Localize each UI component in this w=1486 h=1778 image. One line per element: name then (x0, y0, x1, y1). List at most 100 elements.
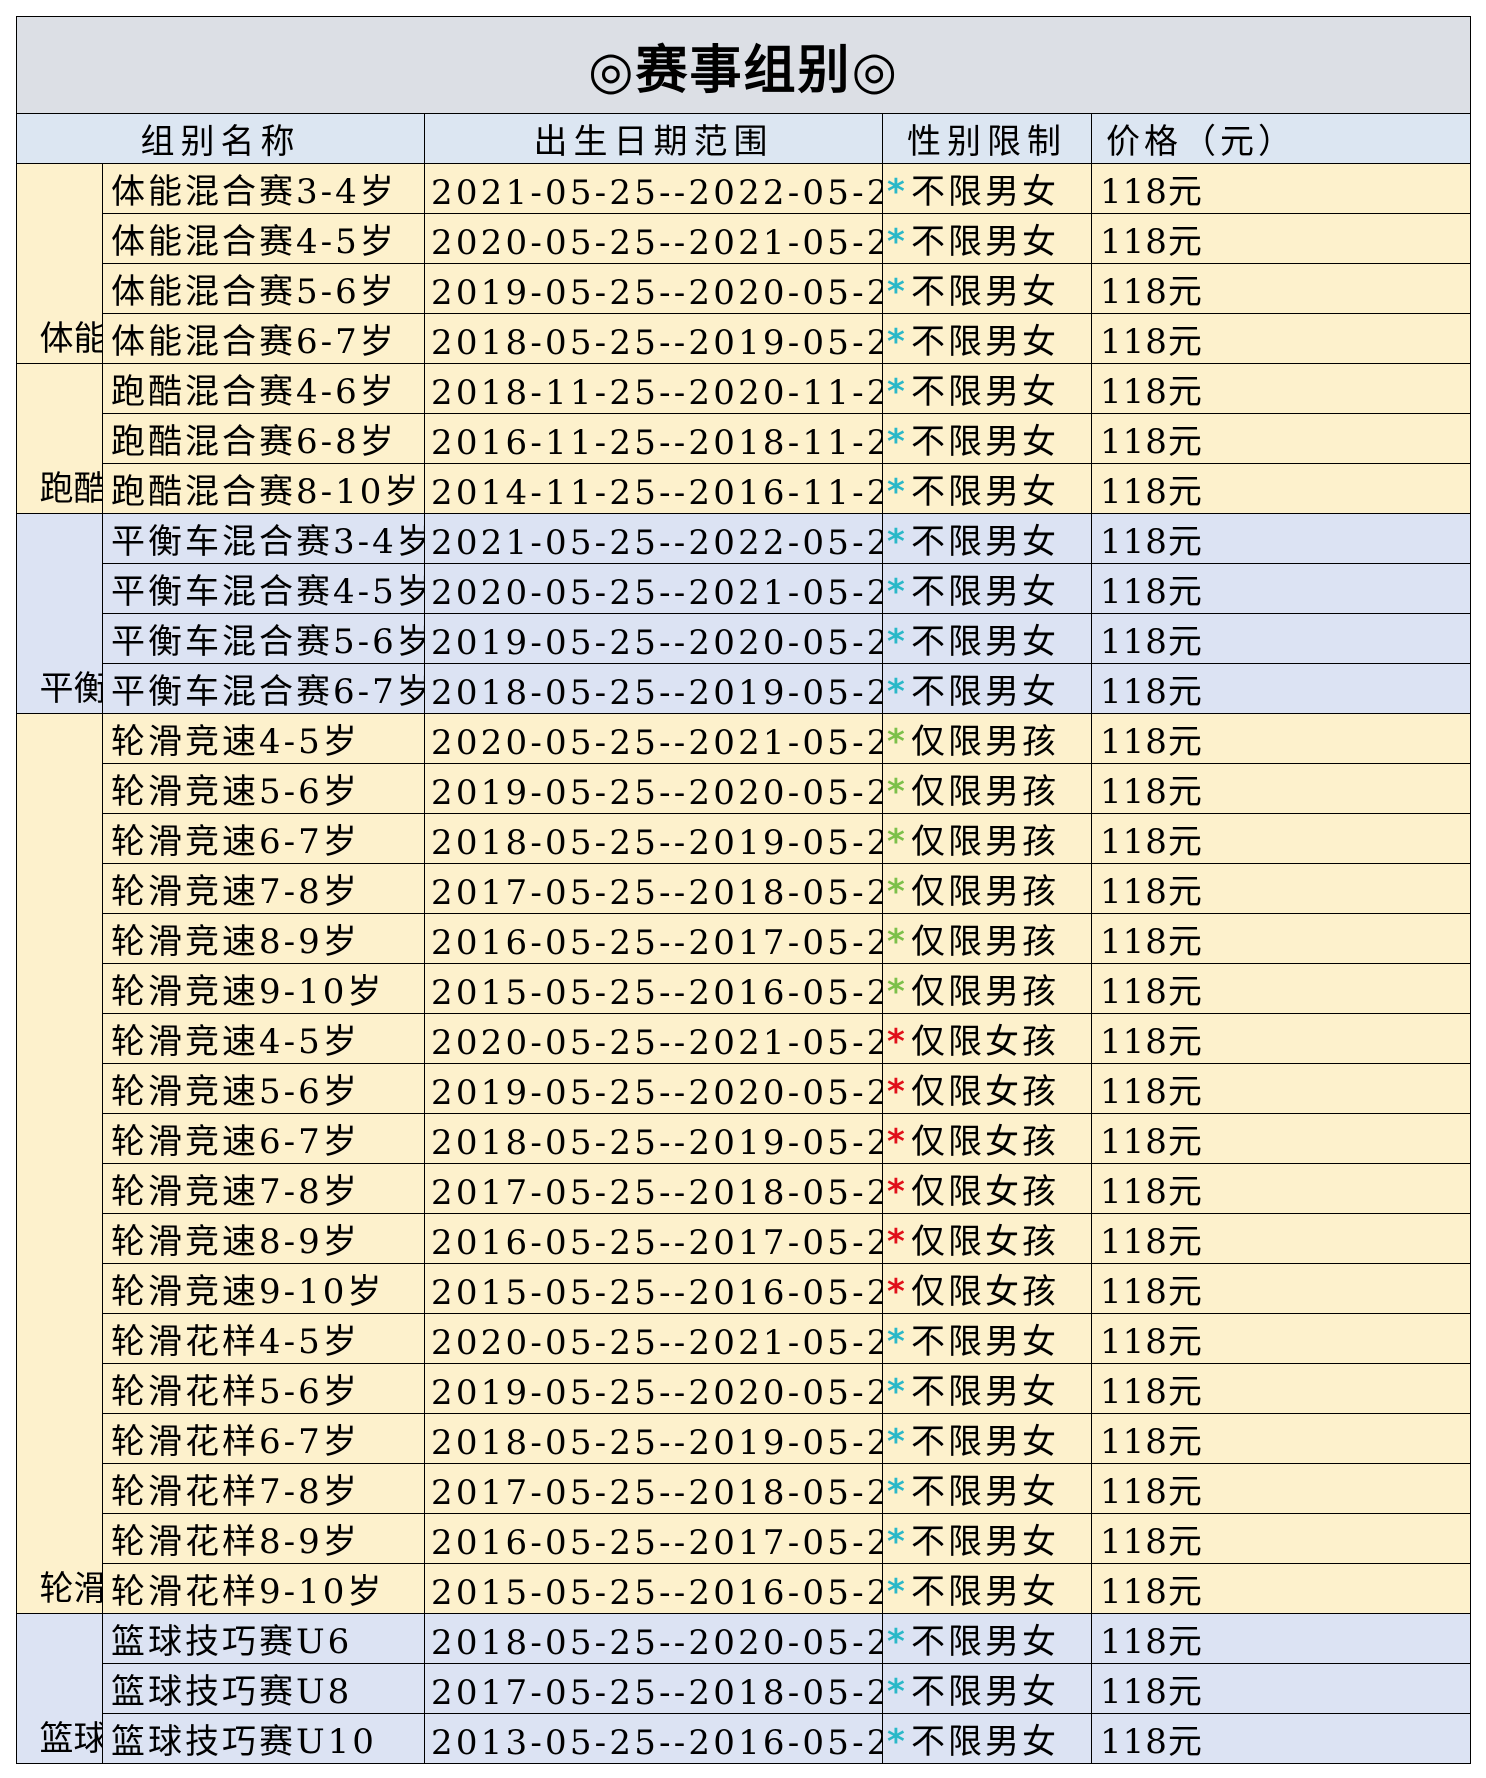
group-category-cell: 轮滑 (16, 713, 103, 1614)
price-cell: 118元 (1090, 1063, 1472, 1114)
price-cell: 118元 (1090, 163, 1472, 214)
table-row: 体能 体能混合赛3-4岁 2021-05-25--2022-05-24 *不限男女 11… (16, 163, 1472, 364)
gender-limit-text: 仅限男孩 (911, 772, 1059, 812)
group-name-cell: 轮滑花样8-9岁 (102, 1513, 425, 1564)
gender-limit-text: 仅限男孩 (911, 872, 1059, 912)
event-groups-table: ◎赛事组别◎ 组别名称 出生日期范围 性别限制 价格（元） 体能 体能混合赛3-4… (15, 16, 1472, 1764)
price-cell: 118元 (1090, 1013, 1472, 1064)
asterisk-mark: * (887, 372, 908, 412)
group-name-cell: 轮滑竞速5-6岁 (102, 763, 425, 814)
gender-limit-text: 不限男女 (911, 1472, 1059, 1512)
gender-limit-cell: *不限男女 (882, 1413, 1092, 1464)
group-name-cell: 轮滑竞速8-9岁 (102, 913, 425, 964)
gender-limit-text: 不限男女 (911, 172, 1059, 212)
birth-range-cell: 2015-05-25--2016-05-24 (424, 1563, 883, 1614)
asterisk-mark: * (887, 922, 908, 962)
table-row: 平衡车混合赛5-6岁 2019-05-25--2020-05-24 *不限男女 118… (17, 613, 1472, 664)
gender-limit-cell: *仅限女孩 (882, 1113, 1092, 1164)
group-category-label: 篮球 (39, 1719, 103, 1759)
gender-limit-cell: *不限男女 (882, 1363, 1092, 1414)
group-name-cell: 轮滑竞速7-8岁 (102, 1163, 425, 1214)
birth-range-cell: 2020-05-25--2021-05-24 (424, 213, 883, 264)
asterisk-mark: * (887, 1472, 908, 1512)
group-name-cell: 轮滑竞速8-9岁 (102, 1213, 425, 1264)
price-cell: 118元 (1090, 1163, 1472, 1214)
gender-limit-text: 不限男女 (911, 222, 1059, 262)
group-name-cell: 轮滑竞速6-7岁 (102, 813, 425, 864)
gender-limit-cell: *仅限男孩 (882, 813, 1092, 864)
group-category-label: 跑酷 (39, 469, 103, 509)
birth-range-cell: 2019-05-25--2020-05-24 (424, 263, 883, 314)
gender-limit-text: 仅限男孩 (911, 822, 1059, 862)
gender-limit-text: 仅限男孩 (911, 922, 1059, 962)
asterisk-mark: * (887, 1572, 908, 1612)
birth-range-cell: 2017-05-25--2018-05-24 (424, 863, 883, 914)
gender-limit-text: 仅限男孩 (911, 972, 1059, 1012)
price-cell: 118元 (1090, 1363, 1472, 1414)
table-row: 篮球 篮球技巧赛U6 2018-05-25--2020-05-24 *不限男女 118元 (16, 1613, 1472, 1764)
group-name-cell: 跑酷混合赛6-8岁 (102, 413, 425, 464)
gender-limit-cell: *不限男女 (882, 1563, 1092, 1614)
gender-limit-cell: *不限男女 (882, 263, 1092, 314)
group-name-cell: 轮滑花样5-6岁 (102, 1363, 425, 1414)
birth-range-cell: 2020-05-25--2021-05-24 (424, 1313, 883, 1364)
gender-limit-cell: *不限男女 (882, 613, 1092, 664)
gender-limit-cell: *仅限男孩 (882, 913, 1092, 964)
gender-limit-text: 不限男女 (911, 1572, 1059, 1612)
asterisk-mark: * (887, 1172, 908, 1212)
birth-range-cell: 2019-05-25--2020-05-24 (424, 1063, 883, 1114)
gender-limit-cell: *仅限女孩 (882, 1063, 1092, 1114)
group-name-cell: 篮球技巧赛U8 (102, 1663, 425, 1714)
table-row: 轮滑花样5-6岁 2019-05-25--2020-05-24 *不限男女 118元 (17, 1363, 1472, 1414)
price-cell: 118元 (1090, 563, 1472, 614)
table-row: 轮滑竞速6-7岁 2018-05-25--2019-05-24 *仅限女孩 118元 (17, 1113, 1472, 1164)
price-cell: 118元 (1090, 1213, 1472, 1264)
gender-limit-cell: *不限男女 (882, 1613, 1092, 1664)
group-name-cell: 跑酷混合赛4-6岁 (102, 363, 425, 414)
group-name-cell: 平衡车混合赛5-6岁 (102, 613, 425, 664)
group-name-cell: 轮滑花样4-5岁 (102, 1313, 425, 1364)
gender-limit-cell: *不限男女 (882, 463, 1092, 514)
table-row: 篮球技巧赛U10 2013-05-25--2016-05-24 *不限男女 118元 (17, 1713, 1472, 1764)
birth-range-cell: 2018-11-25--2020-11-24 (424, 363, 883, 414)
group-category-label: 轮滑 (39, 1569, 103, 1609)
birth-range-cell: 2020-05-25--2021-05-24 (424, 563, 883, 614)
group-name-cell: 篮球技巧赛U6 (102, 1613, 425, 1664)
gender-limit-text: 仅限女孩 (911, 1272, 1059, 1312)
price-cell: 118元 (1090, 863, 1472, 914)
asterisk-mark: * (887, 472, 908, 512)
gender-limit-text: 仅限女孩 (911, 1122, 1059, 1162)
gender-limit-cell: *不限男女 (882, 1463, 1092, 1514)
asterisk-mark: * (887, 1422, 908, 1462)
table-row: 轮滑花样4-5岁 2020-05-25--2021-05-24 *不限男女 118元 (17, 1313, 1472, 1364)
group-name-cell: 体能混合赛5-6岁 (102, 263, 425, 314)
gender-limit-text: 不限男女 (911, 1522, 1059, 1562)
gender-limit-text: 不限男女 (911, 1622, 1059, 1662)
gender-limit-text: 不限男女 (911, 1672, 1059, 1712)
asterisk-mark: * (887, 1672, 908, 1712)
header-price: 价格（元） (1090, 113, 1472, 164)
group-category-label: 体能 (39, 319, 103, 359)
birth-range-cell: 2013-05-25--2016-05-24 (424, 1713, 883, 1764)
gender-limit-text: 不限男女 (911, 372, 1059, 412)
birth-range-cell: 2019-05-25--2020-05-24 (424, 1363, 883, 1414)
group-name-cell: 轮滑竞速4-5岁 (102, 713, 425, 764)
asterisk-mark: * (887, 1222, 908, 1262)
price-cell: 118元 (1090, 1613, 1472, 1664)
asterisk-mark: * (887, 622, 908, 662)
group-name-cell: 轮滑花样7-8岁 (102, 1463, 425, 1514)
gender-limit-cell: *不限男女 (882, 363, 1092, 414)
group-name-cell: 平衡车混合赛6-7岁 (102, 663, 425, 714)
table-row: 轮滑竞速7-8岁 2017-05-25--2018-05-24 *仅限男孩 118元 (17, 863, 1472, 914)
birth-range-cell: 2016-05-25--2017-05-24 (424, 1513, 883, 1564)
group-category-cell: 篮球 (16, 1613, 103, 1764)
gender-limit-cell: *仅限女孩 (882, 1013, 1092, 1064)
price-cell: 118元 (1090, 813, 1472, 864)
price-cell: 118元 (1090, 913, 1472, 964)
group-category-label: 平衡车 (39, 669, 102, 709)
price-cell: 118元 (1090, 463, 1472, 514)
asterisk-mark: * (887, 1522, 908, 1562)
table-body: 体能 体能混合赛3-4岁 2021-05-25--2022-05-24 *不限男女 11… (16, 163, 1472, 1764)
gender-limit-cell: *不限男女 (882, 163, 1092, 214)
gender-limit-cell: *不限男女 (882, 413, 1092, 464)
